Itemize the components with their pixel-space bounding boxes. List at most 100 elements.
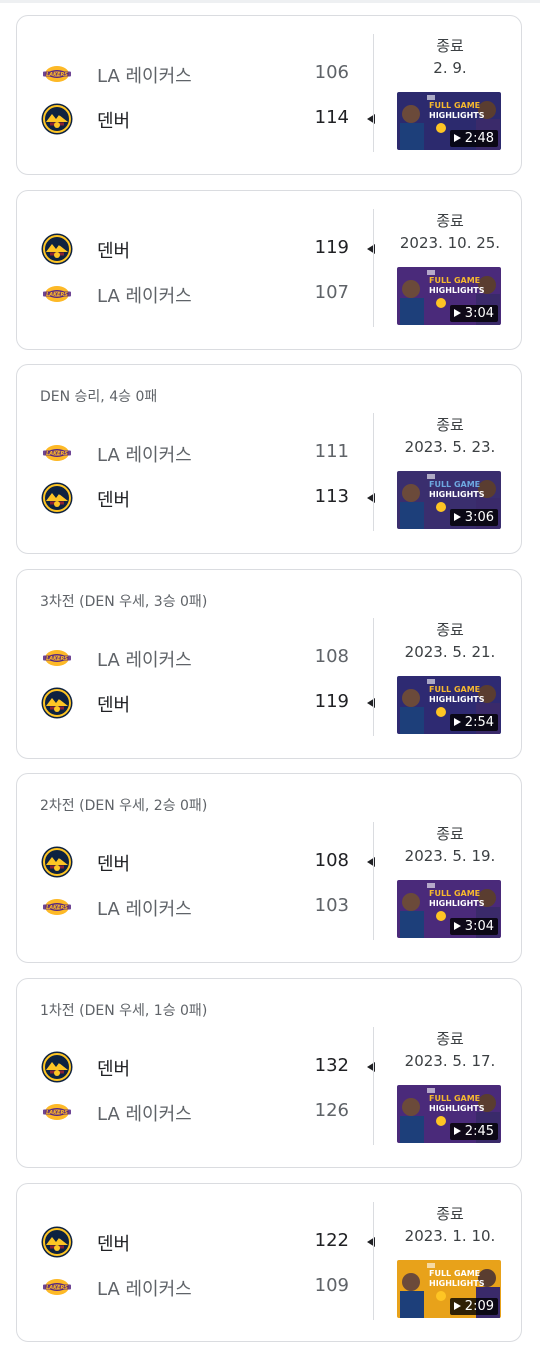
team-row[interactable]: 덴버 108	[39, 844, 375, 880]
game-status: 종료	[436, 212, 464, 230]
play-icon	[453, 133, 461, 142]
video-duration: 2:45	[449, 1123, 498, 1140]
divider	[373, 34, 374, 152]
team-score: 119	[314, 691, 349, 712]
divider	[373, 822, 374, 940]
lakers-logo-icon	[41, 642, 73, 674]
team-row[interactable]: LA 레이커스 109	[39, 1269, 375, 1305]
team-score: 126	[314, 1100, 349, 1121]
team-name: LA 레이커스	[97, 445, 192, 466]
team-score: 114	[314, 107, 349, 128]
team-name: LA 레이커스	[97, 1104, 192, 1125]
divider	[373, 413, 374, 531]
game-date: 2023. 5. 21.	[404, 643, 496, 661]
team-name: 덴버	[97, 854, 131, 875]
game-date: 2023. 1. 10.	[404, 1227, 496, 1245]
series-label: 2차전 (DEN 우세, 2승 0패)	[40, 798, 208, 814]
team-name: LA 레이커스	[97, 650, 192, 671]
team-row[interactable]: LA 레이커스 106	[39, 56, 375, 92]
divider	[373, 209, 374, 327]
highlight-video-thumbnail[interactable]: FULL GAME HIGHLIGHTS 2:54	[397, 676, 501, 734]
lakers-logo-icon	[41, 58, 73, 90]
video-duration: 3:04	[449, 918, 498, 935]
duration-text: 3:04	[464, 306, 494, 321]
team-score: 109	[314, 1275, 349, 1296]
team-name: LA 레이커스	[97, 286, 192, 307]
play-icon	[453, 921, 461, 930]
team-score: 113	[314, 486, 349, 507]
team-row[interactable]: 덴버 114	[39, 101, 375, 137]
divider	[373, 618, 374, 736]
game-status: 종료	[436, 825, 464, 843]
team-row[interactable]: LA 레이커스 107	[39, 276, 375, 312]
nuggets-logo-icon	[41, 1226, 73, 1258]
thumb-line2: HIGHLIGHTS	[429, 111, 485, 120]
nuggets-logo-icon	[41, 1051, 73, 1083]
thumb-line1: FULL GAME	[429, 1269, 480, 1278]
team-name: 덴버	[97, 1234, 131, 1255]
duration-text: 2:45	[464, 1124, 494, 1139]
team-row[interactable]: 덴버 119	[39, 231, 375, 267]
game-card[interactable]: 1차전 (DEN 우세, 1승 0패) 덴버 132 LA 레이커스 126 종료 2023…	[16, 978, 522, 1168]
game-date: 2023. 10. 25.	[399, 234, 501, 252]
team-name: 덴버	[97, 241, 131, 262]
video-duration: 3:04	[449, 305, 498, 322]
highlight-video-thumbnail[interactable]: FULL GAME HIGHLIGHTS 3:06	[397, 471, 501, 529]
game-card[interactable]: 2차전 (DEN 우세, 2승 0패) 덴버 108 LA 레이커스 103 종료 2023…	[16, 773, 522, 963]
team-row[interactable]: 덴버 132	[39, 1049, 375, 1085]
game-card[interactable]: 덴버 122 LA 레이커스 109 종료 2023. 1. 10. FULL GAME …	[16, 1183, 522, 1342]
thumb-line2: HIGHLIGHTS	[429, 1279, 485, 1288]
team-row[interactable]: LA 레이커스 103	[39, 889, 375, 925]
nuggets-logo-icon	[41, 233, 73, 265]
team-row[interactable]: 덴버 122	[39, 1224, 375, 1260]
thumb-line2: HIGHLIGHTS	[429, 1104, 485, 1113]
game-card[interactable]: 3차전 (DEN 우세, 3승 0패) LA 레이커스 108 덴버 119 종료 2023…	[16, 569, 522, 759]
team-name: LA 레이커스	[97, 899, 192, 920]
lakers-logo-icon	[41, 278, 73, 310]
thumb-line1: FULL GAME	[429, 480, 480, 489]
thumb-line1: FULL GAME	[429, 685, 480, 694]
game-card[interactable]: 덴버 119 LA 레이커스 107 종료 2023. 10. 25. FULL GAME…	[16, 190, 522, 350]
team-score: 108	[314, 646, 349, 667]
duration-text: 3:06	[464, 510, 494, 525]
thumb-line2: HIGHLIGHTS	[429, 286, 485, 295]
highlight-video-thumbnail[interactable]: FULL GAME HIGHLIGHTS 2:45	[397, 1085, 501, 1143]
lakers-logo-icon	[41, 1271, 73, 1303]
highlight-video-thumbnail[interactable]: FULL GAME HIGHLIGHTS 3:04	[397, 267, 501, 325]
team-row[interactable]: 덴버 113	[39, 480, 375, 516]
highlight-video-thumbnail[interactable]: FULL GAME HIGHLIGHTS 3:04	[397, 880, 501, 938]
thumb-line1: FULL GAME	[429, 101, 480, 110]
series-label: 3차전 (DEN 우세, 3승 0패)	[40, 594, 208, 610]
game-status: 종료	[436, 1030, 464, 1048]
team-name: LA 레이커스	[97, 1279, 192, 1300]
game-status: 종료	[436, 416, 464, 434]
top-edge	[0, 0, 540, 3]
team-score: 111	[314, 441, 349, 462]
thumb-line2: HIGHLIGHTS	[429, 695, 485, 704]
highlight-video-thumbnail[interactable]: FULL GAME HIGHLIGHTS 2:09	[397, 1260, 501, 1318]
play-icon	[453, 308, 461, 317]
team-row[interactable]: LA 레이커스 126	[39, 1094, 375, 1130]
nuggets-logo-icon	[41, 482, 73, 514]
game-card[interactable]: LA 레이커스 106 덴버 114 종료 2. 9. FULL GAME HIGHLIG…	[16, 15, 522, 175]
play-icon	[453, 512, 461, 521]
video-duration: 2:48	[449, 130, 498, 147]
nuggets-logo-icon	[41, 687, 73, 719]
lakers-logo-icon	[41, 437, 73, 469]
thumb-line1: FULL GAME	[429, 276, 480, 285]
team-score: 132	[314, 1055, 349, 1076]
team-score: 106	[314, 62, 349, 83]
team-row[interactable]: 덴버 119	[39, 685, 375, 721]
video-duration: 2:54	[449, 714, 498, 731]
duration-text: 2:09	[464, 1299, 494, 1314]
highlight-video-thumbnail[interactable]: FULL GAME HIGHLIGHTS 2:48	[397, 92, 501, 150]
team-row[interactable]: LA 레이커스 111	[39, 435, 375, 471]
play-icon	[453, 717, 461, 726]
thumb-line2: HIGHLIGHTS	[429, 899, 485, 908]
duration-text: 2:48	[464, 131, 494, 146]
game-date: 2023. 5. 17.	[404, 1052, 496, 1070]
team-name: 덴버	[97, 1059, 131, 1080]
game-date: 2023. 5. 19.	[404, 847, 496, 865]
game-card[interactable]: DEN 승리, 4승 0패 LA 레이커스 111 덴버 113 종료 2023. 5. 2…	[16, 364, 522, 554]
team-row[interactable]: LA 레이커스 108	[39, 640, 375, 676]
